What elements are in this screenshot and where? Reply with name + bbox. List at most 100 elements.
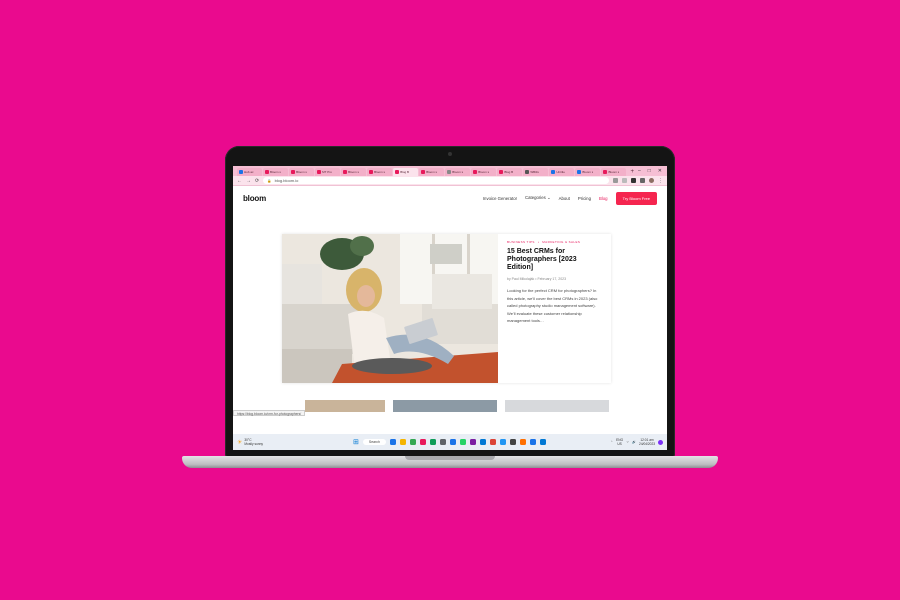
windows-start-icon[interactable]: ⊞ xyxy=(353,438,359,446)
browser-tab[interactable]: Bloom s xyxy=(263,168,289,176)
taskbar-app-icon[interactable] xyxy=(519,439,526,445)
taskbar-app-icon[interactable] xyxy=(419,439,426,445)
nav-invoice-generator[interactable]: Invoice Generator xyxy=(483,196,517,201)
taskbar-app-icon[interactable] xyxy=(509,439,516,445)
tab-favicon-icon xyxy=(603,170,608,174)
next-post-thumb-1[interactable] xyxy=(305,400,385,412)
forward-icon[interactable]: → xyxy=(246,178,251,184)
nav-pricing[interactable]: Pricing xyxy=(578,196,591,201)
browser-tab-strip: Hub ac Bloom s Bloom s MT Pro Bloom s Bloom s… xyxy=(233,166,667,176)
browser-tab[interactable]: Bloom s xyxy=(419,168,445,176)
browser-tab[interactable]: Untitle xyxy=(549,168,575,176)
tab-favicon-icon xyxy=(317,170,322,174)
taskbar-app-icon[interactable] xyxy=(499,439,506,445)
clock[interactable]: 12:01 am 24/04/2023 xyxy=(639,438,655,446)
sun-icon: ☀ xyxy=(237,439,243,446)
browser-tab[interactable]: Bloom s xyxy=(367,168,393,176)
post-author[interactable]: by Paul Mikolaják xyxy=(507,277,534,281)
link-status-url: https://blog.bloom.io/crm-for-photograph… xyxy=(233,410,306,416)
taskbar-app-icon[interactable] xyxy=(489,439,496,445)
taskbar-app-icon[interactable] xyxy=(439,439,446,445)
post-categories: Business Tips • Marketing & Sales xyxy=(507,240,602,244)
taskbar-app-icon[interactable] xyxy=(529,439,536,445)
browser-tab[interactable]: Bloom s xyxy=(341,168,367,176)
taskbar-app-icon[interactable] xyxy=(409,439,416,445)
taskbar-app-icon[interactable] xyxy=(389,439,396,445)
reload-icon[interactable]: ⟳ xyxy=(255,178,259,184)
sidepanel-icon[interactable] xyxy=(640,178,645,183)
tab-favicon-icon xyxy=(265,170,270,174)
taskbar-app-icon[interactable] xyxy=(429,439,436,445)
taskbar-app-icon[interactable] xyxy=(449,439,456,445)
tab-title: Hub ac xyxy=(244,170,254,174)
taskbar-app-icon[interactable] xyxy=(399,439,406,445)
tab-title: Blog B xyxy=(504,170,514,174)
nav-about[interactable]: About xyxy=(559,196,570,201)
maximize-icon[interactable]: □ xyxy=(648,167,651,176)
browser-tab[interactable]: Blog B xyxy=(497,168,523,176)
taskbar-app-icon[interactable] xyxy=(469,439,476,445)
category-business-tips[interactable]: Business Tips xyxy=(507,240,535,244)
post-hero-image[interactable] xyxy=(282,234,498,383)
try-bloom-free-button[interactable]: Try Bloom Free xyxy=(615,191,657,205)
nav-categories[interactable]: Categories ⌄ xyxy=(525,195,551,201)
browser-tab[interactable]: Bloom s xyxy=(601,168,627,176)
browser-tab[interactable]: WBtils xyxy=(523,168,549,176)
tab-title: WBtils xyxy=(530,170,539,174)
taskbar-app-icon[interactable] xyxy=(539,439,546,445)
url-text: blog.bloom.io xyxy=(274,178,299,183)
close-icon[interactable]: ✕ xyxy=(658,167,662,176)
tab-favicon-icon xyxy=(369,170,374,174)
featured-post-card[interactable]: Business Tips • Marketing & Sales 15 Bes… xyxy=(282,234,611,383)
laptop-lid: Hub ac Bloom s Bloom s MT Pro Bloom s Bloom s… xyxy=(225,146,675,458)
browser-tab[interactable]: MT Pro xyxy=(315,168,341,176)
new-tab-button[interactable]: + xyxy=(627,168,637,176)
taskbar-app-icon[interactable] xyxy=(479,439,486,445)
browser-tab[interactable]: Blog B xyxy=(393,168,419,176)
bloom-logo[interactable]: bloom xyxy=(243,194,266,203)
post-title[interactable]: 15 Best CRMs for Photographers [2023 Edi… xyxy=(507,248,602,272)
tab-title: Bloom s xyxy=(374,170,385,174)
address-bar: ← → ⟳ 🔒 blog.bloom.io ⋮ xyxy=(233,176,667,186)
browser-tab[interactable]: Bloom s xyxy=(575,168,601,176)
tab-title: Bloom s xyxy=(582,170,594,174)
extension-icon[interactable] xyxy=(631,178,636,183)
notification-icon[interactable] xyxy=(658,439,663,445)
tab-favicon-icon xyxy=(577,170,582,174)
window-controls: – □ ✕ xyxy=(638,167,667,176)
volume-icon[interactable]: 🔊 xyxy=(632,440,636,444)
browser-menu-icon[interactable]: ⋮ xyxy=(658,178,663,184)
taskbar-app-icon[interactable] xyxy=(459,439,466,445)
nav-blog[interactable]: Blog xyxy=(599,196,608,201)
post-date: February 17, 2023 xyxy=(537,277,567,281)
next-post-thumb-3[interactable] xyxy=(505,400,609,412)
tab-favicon-icon xyxy=(395,170,400,174)
minimize-icon[interactable]: – xyxy=(638,167,641,176)
browser-tab[interactable]: Hub ac xyxy=(237,168,263,176)
taskbar-search[interactable]: Search xyxy=(362,439,386,445)
profile-avatar[interactable] xyxy=(649,178,654,183)
browser-tab[interactable]: Bloom s xyxy=(445,168,471,176)
tab-favicon-icon xyxy=(343,170,348,174)
os-taskbar: ☀ 30°C Mostly sunny ⊞ Search ⌃ ENG US ⌔ … xyxy=(233,434,667,450)
weather-widget[interactable]: ☀ 30°C Mostly sunny xyxy=(237,438,263,446)
wifi-icon[interactable]: ⌔ xyxy=(626,440,629,445)
tray-chevron-icon[interactable]: ⌃ xyxy=(610,440,613,444)
share-icon[interactable] xyxy=(613,178,618,183)
browser-tab[interactable]: Bloom s xyxy=(289,168,315,176)
url-input[interactable]: 🔒 blog.bloom.io xyxy=(263,177,609,184)
lock-icon: 🔒 xyxy=(267,178,272,183)
system-tray: ⌃ ENG US ⌔ 🔊 12:01 am 24/04/2023 xyxy=(610,438,663,446)
back-icon[interactable]: ← xyxy=(237,178,242,184)
post-excerpt: Looking for the perfect CRM for photogra… xyxy=(507,288,598,323)
tab-favicon-icon xyxy=(551,170,556,174)
next-post-thumb-2[interactable] xyxy=(393,400,497,412)
post-meta: by Paul Mikolaják • February 17, 2023 xyxy=(507,277,602,281)
tab-title: Bloom s xyxy=(296,170,307,174)
language-indicator[interactable]: ENG US xyxy=(616,438,623,446)
browser-tab[interactable]: Bloom s xyxy=(471,168,497,176)
tab-favicon-icon xyxy=(473,170,478,174)
category-marketing-sales[interactable]: Marketing & Sales xyxy=(542,240,580,244)
weather-desc: Mostly sunny xyxy=(244,442,263,446)
bookmark-star-icon[interactable] xyxy=(622,178,627,183)
